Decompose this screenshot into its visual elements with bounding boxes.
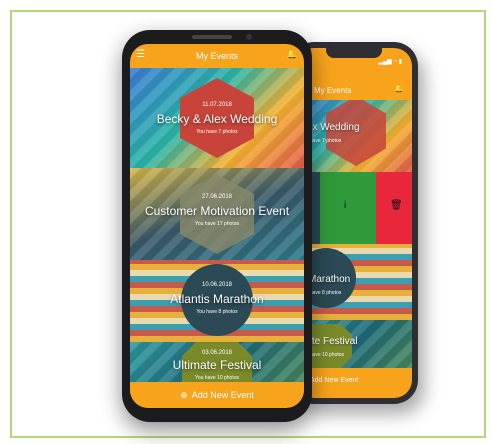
event-title: Ultimate Festival — [172, 358, 262, 372]
event-subtitle: You have 17 photos — [194, 221, 240, 227]
event-badge — [326, 100, 386, 166]
back-event-card[interactable]: is Marathon You have 8 photos — [296, 244, 412, 320]
phone-notch — [326, 48, 382, 58]
event-card[interactable]: 11.07.2018 Becky & Alex Wedding You have… — [130, 68, 304, 168]
front-phone: ☰ My Events 🔔 11.07.2018 Becky & Alex We… — [122, 30, 312, 422]
phone-camera — [246, 34, 252, 40]
bell-icon[interactable]: 🔔 — [287, 49, 298, 60]
add-circle-icon: ⊕ — [180, 390, 188, 400]
event-card[interactable]: 27.06.2018 Customer Motivation Event You… — [130, 168, 304, 260]
back-event-card[interactable]: mate Festival You have 10 photos — [296, 320, 412, 370]
trash-icon: 🗑 — [390, 200, 403, 211]
back-event-card[interactable]: Alex Wedding You have 7 photos — [296, 100, 412, 172]
bell-icon[interactable]: 🔔 — [394, 84, 404, 93]
event-title: Customer Motivation Event — [144, 204, 290, 218]
phone-speaker — [192, 35, 232, 39]
front-phone-screen: ☰ My Events 🔔 11.07.2018 Becky & Alex We… — [130, 44, 304, 408]
back-app-title: My Events — [314, 86, 352, 95]
info-action[interactable]: i — [320, 172, 376, 244]
back-add-event-label: Add New Event — [310, 377, 359, 384]
event-subtitle: You have 8 photos — [196, 309, 238, 315]
event-card[interactable]: 10.06.2018 Atlantis Marathon You have 8 … — [130, 260, 304, 342]
add-new-event-label: Add New Event — [191, 390, 254, 400]
event-date: 27.06.2018 — [201, 194, 233, 200]
back-event-card-swiped[interactable]: i 🗑 — [296, 172, 412, 244]
back-add-event-button[interactable]: Add New Event — [296, 368, 412, 398]
event-subtitle: You have 7 photos — [196, 129, 238, 135]
status-bar-icons: ▂▄▆ ◔ ▮ — [378, 59, 402, 65]
app-bar: ☰ My Events 🔔 — [130, 44, 304, 68]
event-date: 03.06.2018 — [201, 350, 233, 356]
delete-action[interactable]: 🗑 — [376, 172, 412, 244]
event-title: Atlantis Marathon — [170, 292, 264, 306]
back-phone-screen: ▂▄▆ ◔ ▮ My Events 🔔 Alex Wedding You hav… — [296, 48, 412, 398]
add-new-event-button[interactable]: ⊕ Add New Event — [130, 382, 304, 408]
event-subtitle: You have 10 photos — [194, 375, 240, 381]
event-date: 10.06.2018 — [201, 282, 233, 288]
app-title: My Events — [195, 51, 238, 61]
event-title: Becky & Alex Wedding — [156, 112, 278, 126]
info-icon: i — [344, 200, 347, 211]
event-date: 11.07.2018 — [202, 102, 232, 108]
